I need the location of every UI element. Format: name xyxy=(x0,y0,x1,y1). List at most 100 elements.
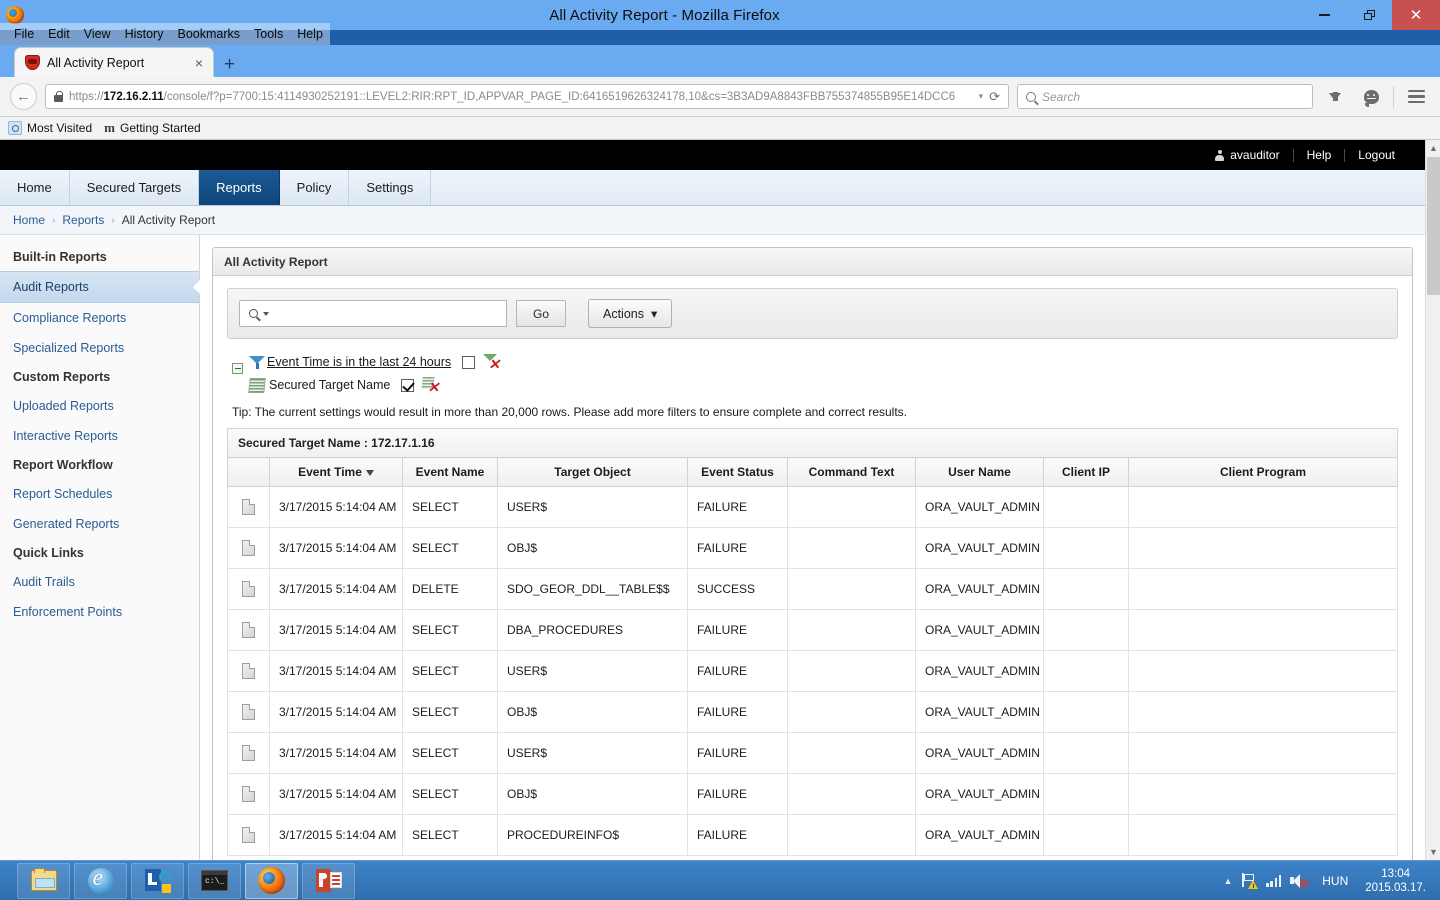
table-row[interactable]: 3/17/2015 5:14:04 AM DELETE SDO_GEOR_DDL… xyxy=(227,568,1398,610)
column-header-event-status[interactable]: Event Status xyxy=(687,457,788,487)
column-header-event-time[interactable]: Event Time xyxy=(269,457,403,487)
table-row[interactable]: 3/17/2015 5:14:04 AM SELECT OBJ$ FAILURE… xyxy=(227,773,1398,815)
menu-bookmarks[interactable]: Bookmarks xyxy=(170,25,247,43)
row-detail-cell[interactable] xyxy=(227,486,270,528)
bookmark-getting-started[interactable]: m Getting Started xyxy=(104,120,201,136)
remove-control-break-icon[interactable]: ✕ xyxy=(421,377,439,394)
table-row[interactable]: 3/17/2015 5:14:04 AM SELECT OBJ$ FAILURE… xyxy=(227,527,1398,569)
sidebar-item-enforcement-points[interactable]: Enforcement Points xyxy=(0,597,199,627)
network-flag-warning-icon[interactable] xyxy=(1241,873,1259,889)
sidebar-item-report-schedules[interactable]: Report Schedules xyxy=(0,479,199,509)
scrollbar-thumb[interactable] xyxy=(1427,157,1440,295)
table-row[interactable]: 3/17/2015 5:14:04 AM SELECT USER$ FAILUR… xyxy=(227,650,1398,692)
collapse-filters-toggle[interactable] xyxy=(232,363,243,374)
filter-label-event-time[interactable]: Event Time is in the last 24 hours xyxy=(267,355,451,369)
tab-settings[interactable]: Settings xyxy=(349,170,432,205)
filter-label-secured-target-name[interactable]: Secured Target Name xyxy=(269,378,390,392)
speaker-muted-icon[interactable] xyxy=(1290,873,1310,888)
tab-close-icon[interactable]: × xyxy=(191,56,207,70)
sidebar-item-compliance-reports[interactable]: Compliance Reports xyxy=(0,303,199,333)
taskbar-internet-explorer[interactable] xyxy=(74,862,127,899)
table-row[interactable]: 3/17/2015 5:14:04 AM SELECT USER$ FAILUR… xyxy=(227,732,1398,774)
filter-enable-checkbox-event-time[interactable] xyxy=(462,355,476,369)
taskbar-command-prompt[interactable] xyxy=(188,862,241,899)
reload-icon[interactable]: ⟳ xyxy=(989,89,1002,105)
menu-tools[interactable]: Tools xyxy=(247,25,290,43)
menu-help[interactable]: Help xyxy=(290,25,330,43)
column-header-user-name[interactable]: User Name xyxy=(915,457,1044,487)
downloads-button[interactable] xyxy=(1321,91,1349,101)
menu-history[interactable]: History xyxy=(118,25,171,43)
filter-enable-checkbox-secured-target-name[interactable] xyxy=(401,378,415,392)
menu-file[interactable]: File xyxy=(7,25,41,43)
feedback-smiley-icon[interactable] xyxy=(1357,89,1385,107)
clock[interactable]: 13:04 2015.03.17. xyxy=(1361,867,1430,895)
row-detail-cell[interactable] xyxy=(227,650,270,692)
search-columns-chevron-icon[interactable] xyxy=(263,311,269,316)
column-header-client-program[interactable]: Client Program xyxy=(1128,457,1398,487)
bookmark-most-visited[interactable]: Most Visited xyxy=(8,121,92,135)
table-row[interactable]: 3/17/2015 5:14:04 AM SELECT PROCEDUREINF… xyxy=(227,814,1398,856)
show-hidden-icons-icon[interactable]: ▲ xyxy=(1223,876,1232,886)
menu-view[interactable]: View xyxy=(77,25,118,43)
taskbar-file-explorer[interactable] xyxy=(17,862,70,899)
document-icon[interactable] xyxy=(242,663,255,679)
document-icon[interactable] xyxy=(242,540,255,556)
menu-edit[interactable]: Edit xyxy=(41,25,77,43)
current-user[interactable]: avauditor xyxy=(1215,148,1280,162)
new-tab-button[interactable]: + xyxy=(214,55,245,74)
document-icon[interactable] xyxy=(242,499,255,515)
search-input[interactable] xyxy=(272,306,506,321)
sidebar-item-specialized-reports[interactable]: Specialized Reports xyxy=(0,333,199,363)
sidebar-item-interactive-reports[interactable]: Interactive Reports xyxy=(0,421,199,451)
tab-secured-targets[interactable]: Secured Targets xyxy=(69,170,200,205)
document-icon[interactable] xyxy=(242,622,255,638)
page-scrollbar[interactable]: ▲ ▼ xyxy=(1425,140,1440,860)
document-icon[interactable] xyxy=(242,745,255,761)
document-icon[interactable] xyxy=(242,581,255,597)
taskbar-lync[interactable] xyxy=(131,862,184,899)
taskbar-firefox[interactable] xyxy=(245,862,298,899)
column-header-command-text[interactable]: Command Text xyxy=(787,457,916,487)
row-detail-cell[interactable] xyxy=(227,691,270,733)
row-detail-cell[interactable] xyxy=(227,773,270,815)
sidebar-item-audit-reports[interactable]: Audit Reports xyxy=(0,271,199,303)
row-detail-cell[interactable] xyxy=(227,568,270,610)
scroll-up-icon[interactable]: ▲ xyxy=(1426,140,1440,156)
remove-filter-icon-event-time[interactable]: ✕ xyxy=(483,354,500,371)
document-icon[interactable] xyxy=(242,786,255,802)
back-button[interactable]: ← xyxy=(10,83,37,110)
minimize-button[interactable] xyxy=(1302,0,1347,30)
scroll-down-icon[interactable]: ▼ xyxy=(1426,844,1440,860)
column-header-client-ip[interactable]: Client IP xyxy=(1043,457,1129,487)
close-button[interactable]: ✕ xyxy=(1392,0,1440,30)
language-indicator[interactable]: HUN xyxy=(1318,874,1352,888)
restore-button[interactable] xyxy=(1347,0,1392,30)
table-row[interactable]: 3/17/2015 5:14:04 AM SELECT USER$ FAILUR… xyxy=(227,486,1398,528)
document-icon[interactable] xyxy=(242,704,255,720)
row-detail-cell[interactable] xyxy=(227,814,270,856)
table-row[interactable]: 3/17/2015 5:14:04 AM SELECT DBA_PROCEDUR… xyxy=(227,609,1398,651)
logout-link[interactable]: Logout xyxy=(1358,148,1395,162)
table-row[interactable]: 3/17/2015 5:14:04 AM SELECT OBJ$ FAILURE… xyxy=(227,691,1398,733)
row-detail-cell[interactable] xyxy=(227,609,270,651)
column-header-target-object[interactable]: Target Object xyxy=(497,457,688,487)
column-header-event-name[interactable]: Event Name xyxy=(402,457,498,487)
breadcrumb-reports[interactable]: Reports xyxy=(62,213,104,227)
tab-reports[interactable]: Reports xyxy=(199,170,280,205)
chevron-down-icon[interactable]: ▾ xyxy=(979,91,984,102)
sidebar-item-uploaded-reports[interactable]: Uploaded Reports xyxy=(0,391,199,421)
actions-button[interactable]: Actions ▾ xyxy=(588,299,673,328)
document-icon[interactable] xyxy=(242,827,255,843)
browser-tab[interactable]: All Activity Report × xyxy=(14,47,214,77)
hamburger-menu-button[interactable] xyxy=(1402,87,1430,106)
browser-search-box[interactable]: Search xyxy=(1017,84,1313,109)
tab-policy[interactable]: Policy xyxy=(279,170,350,205)
sidebar-item-audit-trails[interactable]: Audit Trails xyxy=(0,567,199,597)
breadcrumb-home[interactable]: Home xyxy=(13,213,45,227)
go-button[interactable]: Go xyxy=(516,300,566,327)
tab-home[interactable]: Home xyxy=(0,170,70,205)
row-detail-cell[interactable] xyxy=(227,527,270,569)
signal-strength-icon[interactable] xyxy=(1266,874,1282,887)
taskbar-powerpoint[interactable] xyxy=(302,862,355,899)
